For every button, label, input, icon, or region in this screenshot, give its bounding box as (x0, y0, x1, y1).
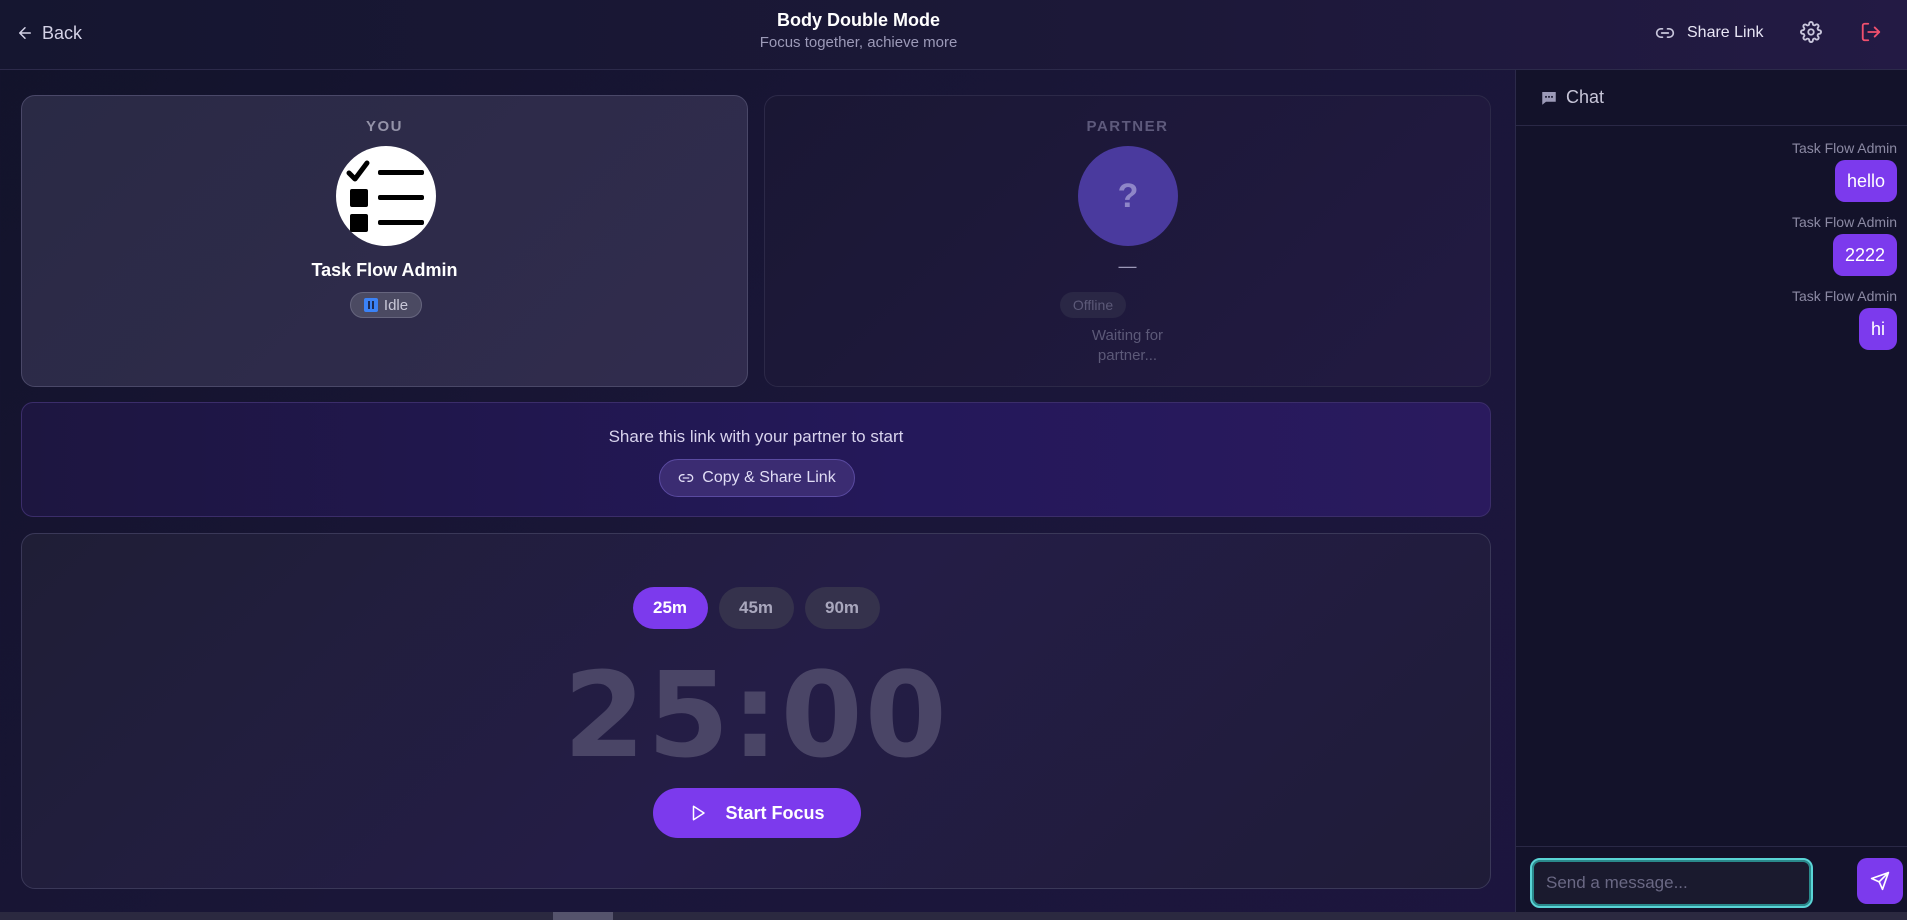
start-focus-button[interactable]: Start Focus (653, 788, 861, 838)
settings-button[interactable] (1800, 21, 1822, 43)
avatar (336, 146, 436, 246)
logout-button[interactable] (1860, 21, 1882, 43)
start-focus-label: Start Focus (725, 802, 825, 823)
chat-title: Chat (1566, 87, 1605, 107)
share-link-button[interactable]: Share Link (1655, 20, 1764, 46)
message-bubble: hi (1858, 308, 1897, 350)
timer-card: 25m 45m 90m 25:00 Start Focus (21, 533, 1491, 889)
duration-90m-button[interactable]: 90m (804, 587, 880, 629)
share-banner-text: Share this link with your partner to sta… (608, 427, 904, 446)
chat-header: Chat (1516, 70, 1907, 126)
you-card: YOU Task Flow Admin Idle (21, 95, 748, 387)
link-icon (679, 474, 694, 482)
chat-message: Task Flow Admin hi (1516, 288, 1907, 350)
message-sender: Task Flow Admin (1791, 288, 1897, 304)
chat-message: Task Flow Admin 2222 (1516, 214, 1907, 276)
timer-display: 25:00 (563, 646, 949, 784)
horizontal-scrollbar[interactable] (0, 912, 1907, 920)
copy-share-link-label: Copy & Share Link (702, 469, 836, 486)
partner-card: PARTNER ? — Offline Waiting for partner.… (764, 95, 1491, 387)
scrollbar-thumb[interactable] (553, 912, 613, 920)
chat-panel: Chat Task Flow Admin hello Task Flow Adm… (1515, 70, 1907, 912)
duration-45m-button[interactable]: 45m (718, 587, 794, 629)
partner-card-label: PARTNER (1086, 118, 1169, 135)
page-subtitle: Focus together, achieve more (759, 34, 958, 51)
copy-share-link-button[interactable]: Copy & Share Link (659, 459, 855, 497)
message-bubble: hello (1834, 160, 1897, 202)
chat-message: Task Flow Admin hello (1516, 140, 1907, 202)
message-sender: Task Flow Admin (1791, 214, 1897, 230)
duration-25m-button[interactable]: 25m (632, 587, 708, 629)
message-list: Task Flow Admin hello Task Flow Admin 22… (1516, 140, 1907, 362)
waiting-text: Waiting for partner... (765, 326, 1490, 366)
gear-icon (1800, 21, 1822, 43)
waiting-line-1: Waiting for (1091, 327, 1164, 344)
title-block: Body Double Mode Focus together, achieve… (0, 10, 1717, 51)
status-badge: Idle (350, 292, 422, 318)
send-button[interactable] (1857, 858, 1903, 904)
link-icon (1655, 28, 1675, 39)
share-banner: Share this link with your partner to sta… (21, 402, 1491, 517)
top-header: Back Body Double Mode Focus together, ac… (0, 0, 1907, 70)
partner-avatar: ? (1078, 146, 1178, 246)
logout-icon (1861, 22, 1881, 42)
message-square-icon (1542, 91, 1556, 105)
message-bubble: 2222 (1832, 234, 1897, 276)
play-icon (693, 805, 706, 821)
waiting-line-2: partner... (1097, 347, 1158, 364)
you-card-label: YOU (365, 118, 403, 135)
message-sender: Task Flow Admin (1791, 140, 1897, 156)
share-link-label: Share Link (1687, 24, 1764, 41)
chat-input-row (1516, 846, 1907, 912)
status-label: Idle (383, 296, 409, 314)
pause-icon (363, 298, 378, 312)
partner-name: — (1118, 256, 1137, 276)
send-icon (1870, 871, 1890, 891)
partner-status-badge: Offline (1060, 292, 1126, 318)
you-name: Task Flow Admin (311, 260, 458, 280)
message-input[interactable] (1530, 858, 1813, 908)
duration-selector: 25m 45m 90m (22, 587, 1490, 629)
checklist-icon (346, 160, 424, 232)
page-title: Body Double Mode (777, 10, 940, 30)
